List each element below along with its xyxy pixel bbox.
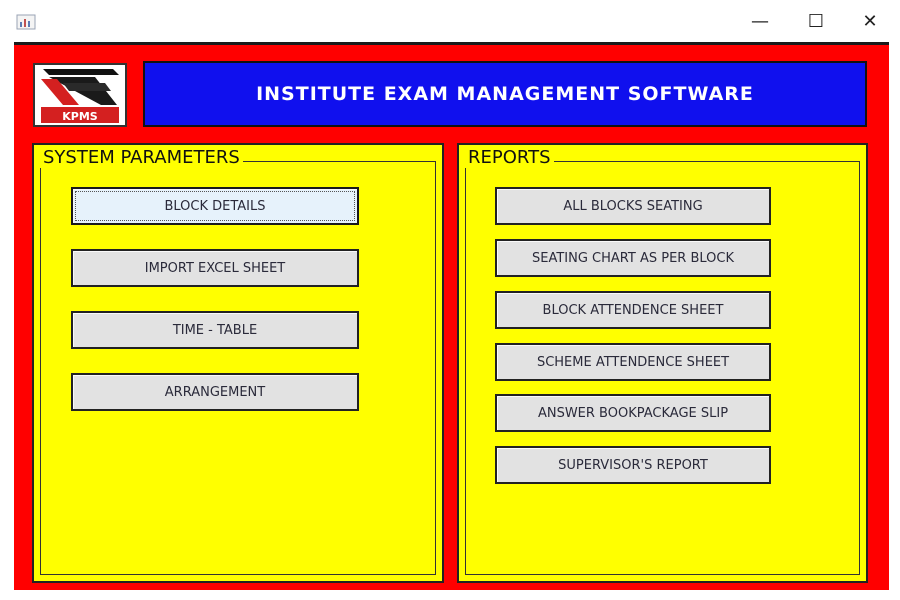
scheme-attendence-sheet-button[interactable]: SCHEME ATTENDENCE SHEET [495, 343, 771, 381]
supervisors-report-button[interactable]: SUPERVISOR'S REPORT [495, 446, 771, 484]
close-button[interactable]: ✕ [850, 8, 890, 36]
java-app-icon [16, 14, 36, 30]
seating-chart-per-block-button[interactable]: SEATING CHART AS PER BLOCK [495, 239, 771, 277]
arrangement-button[interactable]: ARRANGEMENT [71, 373, 359, 411]
header-banner: INSTITUTE EXAM MANAGEMENT SOFTWARE [143, 61, 867, 127]
all-blocks-seating-button[interactable]: ALL BLOCKS SEATING [495, 187, 771, 225]
system-parameters-panel: SYSTEM PARAMETERS BLOCK DETAILS IMPORT E… [32, 143, 444, 583]
block-attendence-sheet-button[interactable]: BLOCK ATTENDENCE SHEET [495, 291, 771, 329]
app-title: INSTITUTE EXAM MANAGEMENT SOFTWARE [256, 83, 754, 105]
reports-title: REPORTS [465, 147, 554, 168]
minimize-button[interactable]: — [740, 8, 780, 36]
kpms-logo-graphic: KPMS [41, 69, 119, 123]
reports-panel: REPORTS ALL BLOCKS SEATING SEATING CHART… [457, 143, 868, 583]
block-details-button[interactable]: BLOCK DETAILS [71, 187, 359, 225]
import-excel-sheet-button[interactable]: IMPORT EXCEL SHEET [71, 249, 359, 287]
kpms-logo: KPMS [33, 63, 127, 127]
time-table-button[interactable]: TIME - TABLE [71, 311, 359, 349]
window-titlebar: — ☐ ✕ [0, 0, 900, 42]
main-frame: KPMS INSTITUTE EXAM MANAGEMENT SOFTWARE … [14, 42, 889, 590]
logo-text: KPMS [62, 110, 98, 123]
maximize-button[interactable]: ☐ [796, 8, 836, 36]
system-parameters-title: SYSTEM PARAMETERS [40, 147, 243, 168]
answer-bookpackage-slip-button[interactable]: ANSWER BOOKPACKAGE SLIP [495, 394, 771, 432]
